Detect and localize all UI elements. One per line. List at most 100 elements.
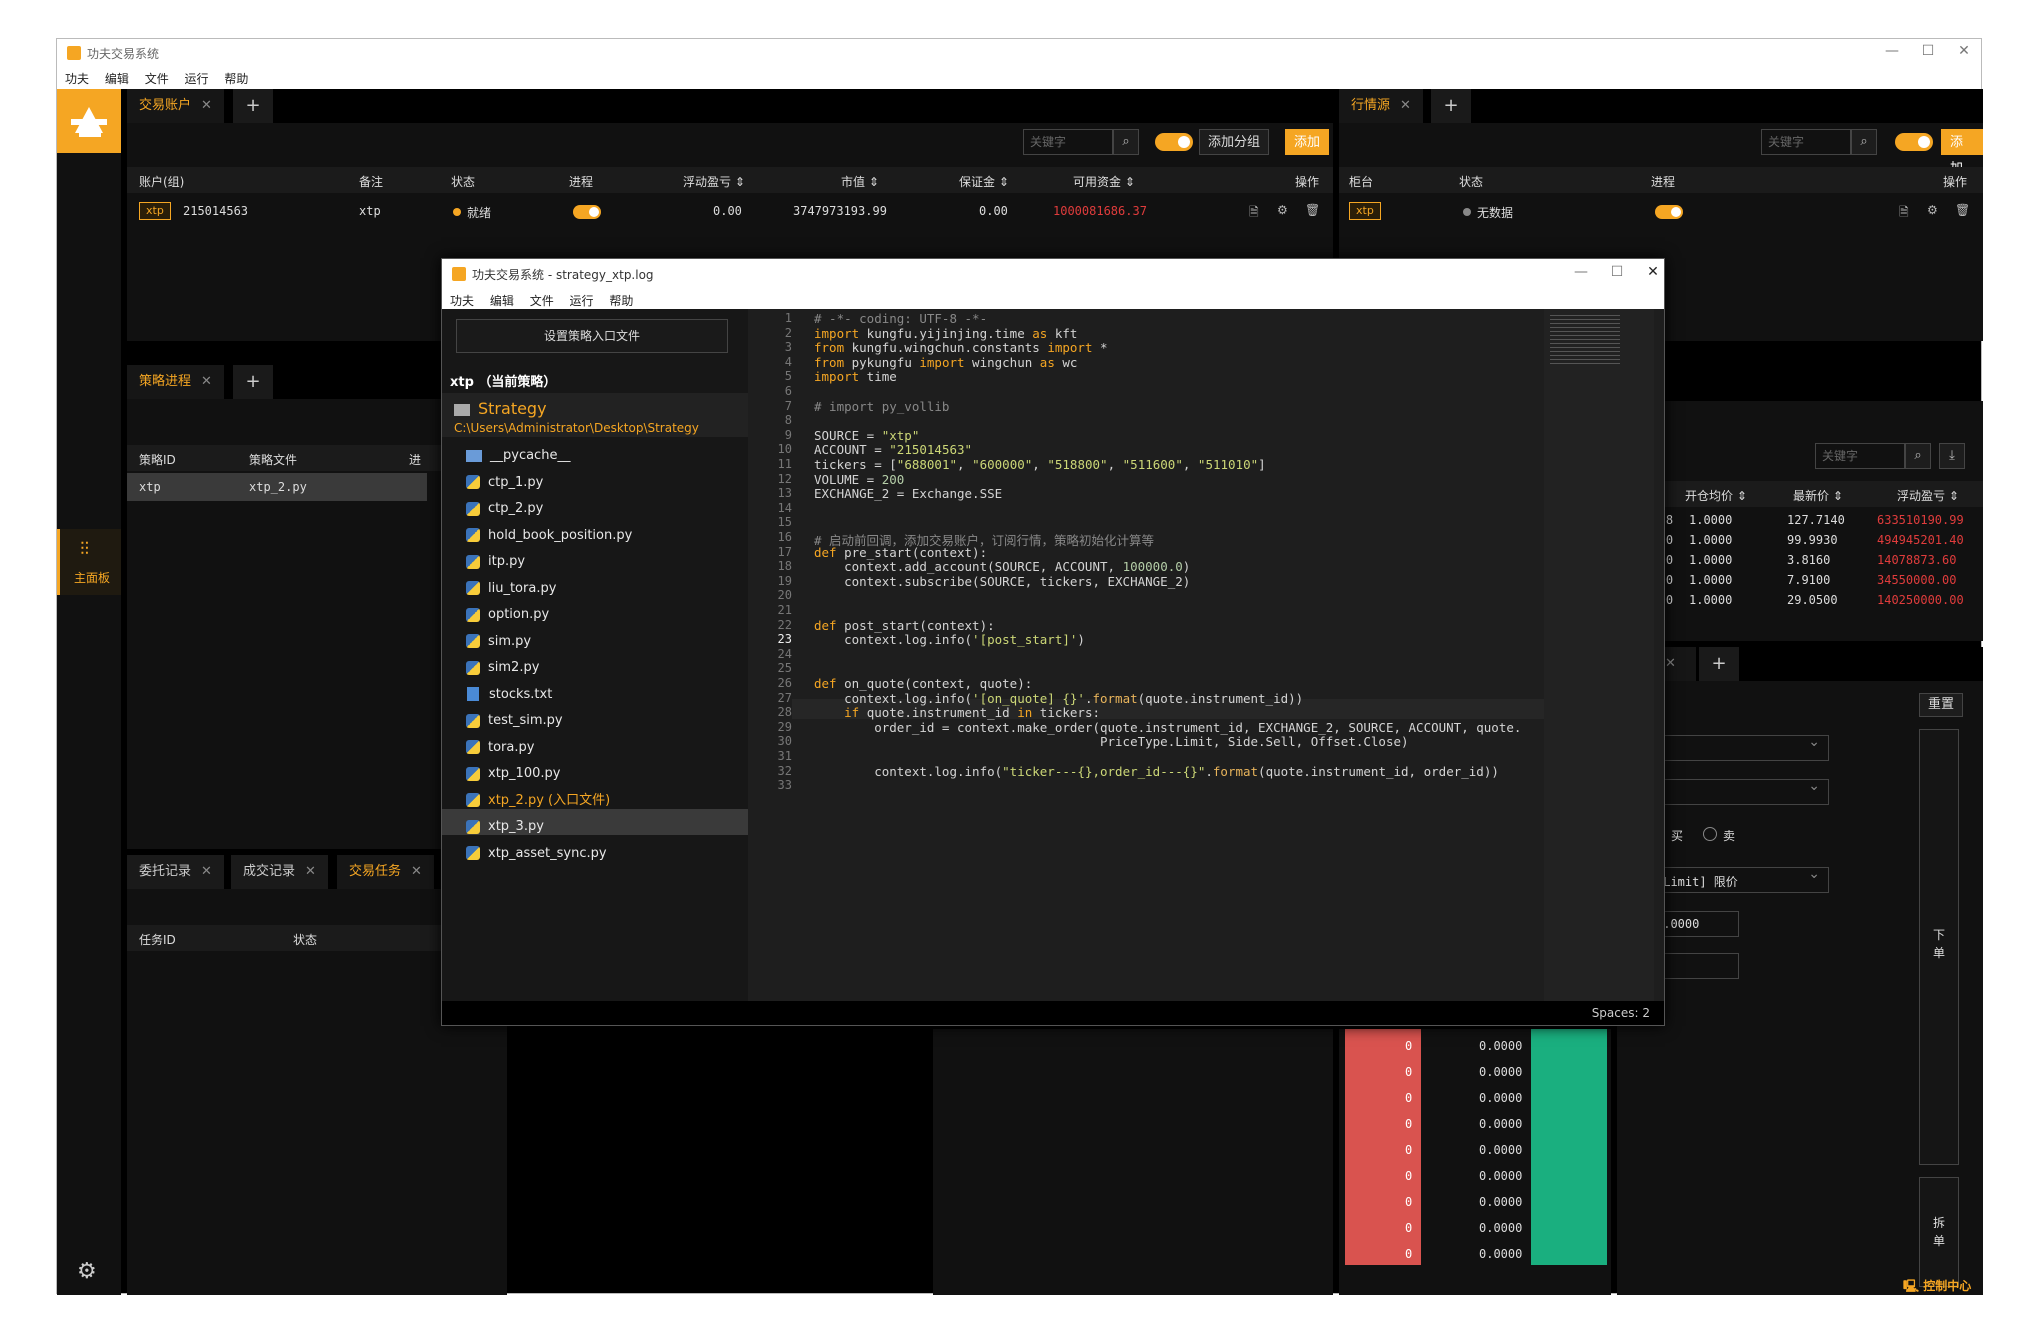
set-entry-button[interactable]: 设置策略入口文件 [456,319,728,353]
add-tab-button[interactable]: + [1431,89,1471,123]
file-item[interactable]: ctp_1.py [466,470,543,496]
add-account-button[interactable]: 添加 [1285,129,1330,155]
code-line[interactable]: PriceType.Limit, Side.Sell, Offset.Close… [814,734,1409,749]
code-line[interactable]: VOLUME = 200 [814,472,904,487]
gear-icon[interactable]: ⚙ [77,1259,97,1284]
close-tab-icon[interactable]: ✕ [201,98,212,113]
log-icon[interactable]: 🗎 [1249,203,1259,224]
settings-icon[interactable]: ⚙ [1927,203,1938,217]
file-item[interactable]: sim.py [466,629,531,655]
file-item[interactable]: xtp_3.py [466,814,544,840]
close-tab-icon[interactable]: ✕ [1665,656,1676,671]
md-process-toggle[interactable] [1655,205,1683,219]
md-master-toggle[interactable] [1895,133,1933,151]
add-tab-button[interactable]: + [233,365,273,399]
add-tab-button[interactable]: + [1699,647,1739,681]
minimap[interactable] [1544,309,1654,1003]
file-item[interactable]: stocks.txt [466,682,552,708]
code-line[interactable]: import time [814,369,897,384]
add-group-button[interactable]: 添加分组 [1199,129,1270,155]
file-item[interactable]: xtp_100.py [466,761,560,787]
file-item[interactable]: tora.py [466,735,534,761]
menu-kungfu[interactable]: 功夫 [450,292,474,309]
code-line[interactable]: from pykungfu import wingchun as wc [814,355,1077,370]
account-process-toggle[interactable] [573,205,601,219]
col-market-value[interactable]: 市值 ⇕ [841,173,879,190]
tab-orders[interactable]: 委托记录 ✕ [127,855,225,889]
code-line[interactable]: SOURCE = "xtp" [814,428,919,443]
code-line[interactable]: ACCOUNT = "215014563" [814,442,972,457]
delete-icon[interactable]: 🗑 [1305,203,1320,217]
search-icon[interactable]: ⌕ [1113,129,1139,155]
code-line[interactable]: if quote.instrument_id in tickers: [814,705,1100,720]
col-margin[interactable]: 保证金 ⇕ [959,173,1009,190]
tab-tasks[interactable]: 交易任务 ✕ [337,855,435,889]
menu-edit[interactable]: 编辑 [105,70,129,87]
file-item[interactable]: itp.py [466,549,525,575]
col-pnl[interactable]: 浮动盈亏 ⇕ [683,173,745,190]
code-line[interactable]: context.log.info('[on_quote] {}'.format(… [814,691,1303,706]
col-available[interactable]: 可用资金 ⇕ [1073,173,1135,190]
maximize-icon[interactable]: ☐ [1913,43,1943,59]
settings-icon[interactable]: ⚙ [1277,203,1288,217]
delete-icon[interactable]: 🗑 [1955,203,1970,217]
split-order-button[interactable]: 拆单 [1919,1177,1959,1287]
close-icon[interactable]: ✕ [1949,43,1979,59]
sidebar-item-dashboard[interactable]: ⫶⫶ 主面板 [57,529,121,595]
place-order-button[interactable]: 下单 [1919,729,1959,1165]
code-editor[interactable]: 1 # -*- coding: UTF-8 -*- 2 import kungfu.y… [748,309,1544,1003]
search-input[interactable]: 关键字 [1815,443,1905,469]
close-tab-icon[interactable]: ✕ [305,864,316,879]
col-pnl[interactable]: 浮动盈亏 ⇕ [1897,487,1959,504]
col-open-price[interactable]: 开仓均价 ⇕ [1685,487,1747,504]
download-icon[interactable]: ⤓ [1939,443,1965,469]
add-md-button[interactable]: 添加 [1941,129,1983,176]
code-line[interactable]: EXCHANGE_2 = Exchange.SSE [814,486,1002,501]
file-item[interactable]: liu_tora.py [466,576,556,602]
file-item[interactable]: xtp_asset_sync.py [466,841,607,867]
menu-run[interactable]: 运行 [185,70,209,87]
sell-radio[interactable] [1703,827,1717,841]
search-icon[interactable]: ⌕ [1851,129,1877,155]
file-item[interactable]: hold_book_position.py [466,523,632,549]
search-icon[interactable]: ⌕ [1905,443,1931,469]
search-input[interactable]: 关键字 [1761,129,1851,155]
maximize-icon[interactable]: ☐ [1602,264,1632,280]
menu-edit[interactable]: 编辑 [490,292,514,309]
menu-help[interactable]: 帮助 [224,70,248,87]
menu-file[interactable]: 文件 [530,292,554,309]
tab-trades[interactable]: 成交记录 ✕ [231,855,329,889]
menu-run[interactable]: 运行 [570,292,594,309]
code-line[interactable]: def on_quote(context, quote): [814,676,1032,691]
tab-accounts[interactable]: 交易账户 ✕ [127,89,225,123]
code-line[interactable]: context.log.info('[post_start]') [814,632,1085,647]
log-icon[interactable]: 🗎 [1899,203,1909,224]
indent-status[interactable]: Spaces: 2 [1592,1006,1650,1020]
minimize-icon[interactable]: — [1566,264,1596,280]
close-icon[interactable]: ✕ [1638,264,1668,280]
instrument-select[interactable] [1649,778,1829,805]
code-line[interactable]: context.log.info("ticker---{},order_id--… [814,764,1499,779]
tab-strategy[interactable]: 策略进程 ✕ [127,365,225,399]
folder-header[interactable]: Strategy C:\Users\Administrator\Desktop\… [442,393,748,437]
reset-button[interactable]: 重置 [1919,693,1964,717]
close-tab-icon[interactable]: ✕ [201,374,212,389]
code-line[interactable]: def post_start(context): [814,618,995,633]
file-item[interactable]: option.py [466,602,549,628]
code-line[interactable]: import kungfu.yijinjing.time as kft [814,326,1077,341]
menu-file[interactable]: 文件 [145,70,169,87]
file-item[interactable]: sim2.py [466,655,539,681]
file-item[interactable]: __pycache__ [466,443,570,469]
code-line[interactable]: tickers = ["688001", "600000", "518800",… [814,457,1266,472]
minimize-icon[interactable]: — [1877,43,1907,59]
close-tab-icon[interactable]: ✕ [411,864,422,879]
code-line[interactable]: order_id = context.make_order(quote.inst… [814,720,1521,735]
col-last-price[interactable]: 最新价 ⇕ [1793,487,1843,504]
control-center-link[interactable]: 🖳 控制中心 [1903,1277,1971,1298]
code-line[interactable]: context.add_account(SOURCE, ACCOUNT, 100… [814,559,1190,574]
file-item[interactable]: ctp_2.py [466,496,543,522]
accounts-master-toggle[interactable] [1155,133,1193,151]
file-item[interactable]: xtp_2.py (入口文件) [466,788,610,814]
code-line[interactable]: from kungfu.wingchun.constants import * [814,340,1108,355]
tab-md[interactable]: 行情源 ✕ [1339,89,1424,123]
